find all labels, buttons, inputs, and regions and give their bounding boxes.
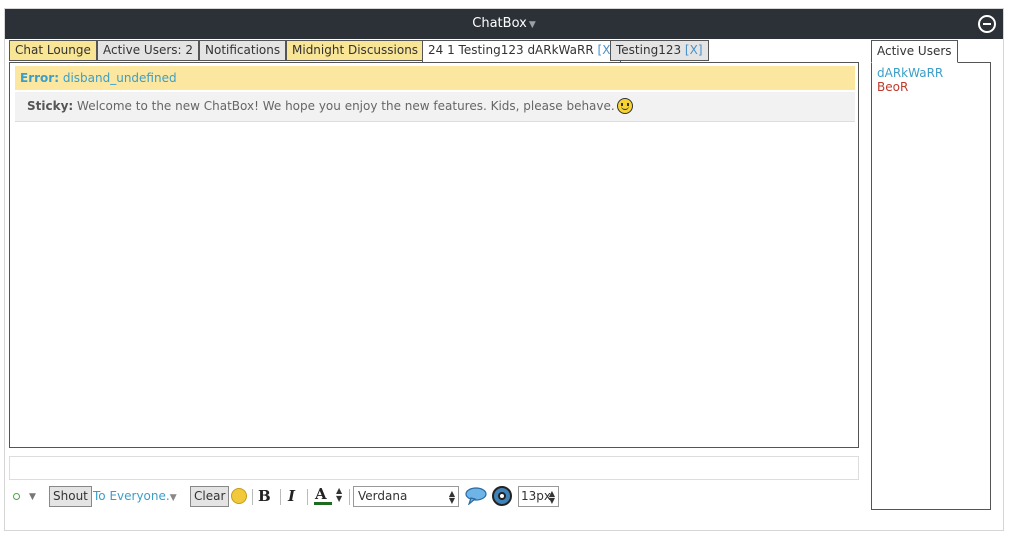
status-dropdown-icon[interactable]: ▼ <box>29 492 36 502</box>
clear-button[interactable]: Clear <box>190 486 230 507</box>
toolbar-divider <box>307 489 308 505</box>
sticky-message: Sticky: Welcome to the new ChatBox! We h… <box>15 92 855 122</box>
font-select-arrows-icon: ▲ ▼ <box>448 489 455 505</box>
close-tab-icon[interactable]: [X] <box>685 43 703 57</box>
italic-button[interactable]: I <box>288 487 295 505</box>
toolbar-divider <box>349 489 350 505</box>
user-beor[interactable]: BeoR <box>877 80 985 94</box>
smiley-icon <box>616 98 633 114</box>
recipient-dropdown-icon: ▼ <box>169 493 177 503</box>
bold-button[interactable]: B <box>258 487 271 505</box>
tab-notifications[interactable]: Notifications <box>199 40 287 61</box>
speech-bubble-icon[interactable] <box>465 487 487 506</box>
tab-midnight-discussions[interactable]: Midnight Discussions <box>286 40 425 61</box>
compose-toolbar: ▼ Shout To Everyone.▼ Clear B I A ▲ ▼ Ver… <box>9 485 569 508</box>
title-dropdown-icon[interactable]: ▼ <box>529 20 536 30</box>
toolbar-divider <box>280 489 281 505</box>
size-select-arrows-icon: ▲ ▼ <box>548 489 555 505</box>
text-color-swatch <box>314 502 332 505</box>
tab-chat-lounge[interactable]: Chat Lounge <box>9 40 97 61</box>
recipient-selector[interactable]: To Everyone.▼ <box>93 489 177 503</box>
active-users-list: dARkWaRR BeoR <box>871 62 991 510</box>
text-color-button[interactable]: A <box>313 485 335 506</box>
font-size-select[interactable]: 13px ▲ ▼ <box>518 486 559 507</box>
chat-messages-pane[interactable]: Error: disband_undefined Sticky: Welcome… <box>9 62 859 448</box>
title-bar: ChatBox ▼ <box>5 9 1003 39</box>
status-icon[interactable] <box>13 493 20 500</box>
tab-testing123[interactable]: Testing123 [X] <box>610 40 709 61</box>
collapse-icon[interactable] <box>978 15 996 33</box>
error-message: Error: disband_undefined <box>15 66 855 90</box>
toolbar-divider <box>252 489 253 505</box>
eye-icon[interactable] <box>492 486 512 506</box>
tab-private-darkwarr[interactable]: 24 1 Testing123 dARkWaRR [X] <box>422 40 622 63</box>
tab-active-users-panel[interactable]: Active Users <box>871 40 958 63</box>
shout-button[interactable]: Shout <box>49 486 92 507</box>
font-select[interactable]: Verdana ▲ ▼ <box>353 486 459 507</box>
message-input[interactable] <box>9 456 859 480</box>
tab-active-users[interactable]: Active Users: 2 <box>97 40 200 61</box>
user-darkwarr[interactable]: dARkWaRR <box>877 66 985 80</box>
emoji-icon[interactable] <box>231 488 247 504</box>
color-stepper-icon[interactable]: ▲ ▼ <box>336 487 342 503</box>
window-title[interactable]: ChatBox ▼ <box>5 16 1003 31</box>
